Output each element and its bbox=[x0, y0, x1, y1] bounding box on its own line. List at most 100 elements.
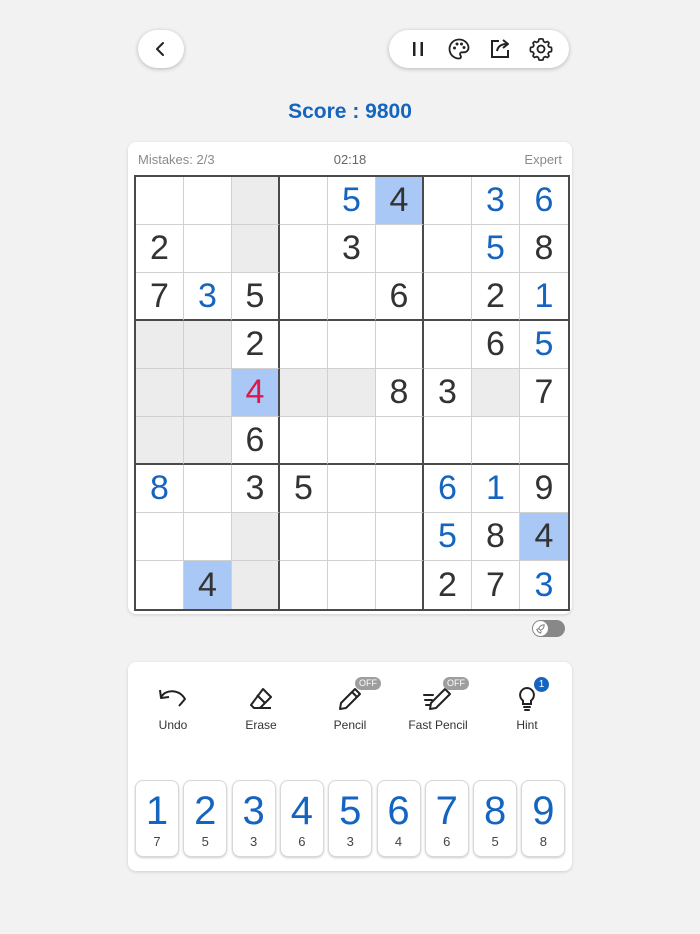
cell-r1c5[interactable]: 5 bbox=[328, 177, 376, 225]
cell-r1c6[interactable]: 4 bbox=[376, 177, 424, 225]
cell-r9c4[interactable] bbox=[280, 561, 328, 609]
cell-r3c4[interactable] bbox=[280, 273, 328, 321]
cell-r7c3[interactable]: 3 bbox=[232, 465, 280, 513]
cell-r6c6[interactable] bbox=[376, 417, 424, 465]
cell-r7c2[interactable] bbox=[184, 465, 232, 513]
cell-r9c1[interactable] bbox=[136, 561, 184, 609]
cell-r3c7[interactable] bbox=[424, 273, 472, 321]
cell-r4c7[interactable] bbox=[424, 321, 472, 369]
cell-r5c5[interactable] bbox=[328, 369, 376, 417]
pencil-button[interactable]: OFF Pencil bbox=[310, 677, 390, 742]
number-key-7[interactable]: 76 bbox=[424, 780, 469, 857]
cell-r2c2[interactable] bbox=[184, 225, 232, 273]
erase-button[interactable]: Erase bbox=[221, 682, 301, 742]
cell-r3c6[interactable]: 6 bbox=[376, 273, 424, 321]
cell-r3c8[interactable]: 2 bbox=[472, 273, 520, 321]
number-key-5[interactable]: 53 bbox=[328, 780, 373, 857]
number-key-3[interactable]: 33 bbox=[231, 780, 276, 857]
cell-r8c2[interactable] bbox=[184, 513, 232, 561]
cell-r2c7[interactable] bbox=[424, 225, 472, 273]
cell-r4c2[interactable] bbox=[184, 321, 232, 369]
cell-r8c6[interactable] bbox=[376, 513, 424, 561]
cell-r1c8[interactable]: 3 bbox=[472, 177, 520, 225]
cell-r6c4[interactable] bbox=[280, 417, 328, 465]
hint-button[interactable]: 1 Hint bbox=[487, 677, 567, 742]
cell-r9c3[interactable] bbox=[232, 561, 280, 609]
cell-r2c4[interactable] bbox=[280, 225, 328, 273]
cell-r3c3[interactable]: 5 bbox=[232, 273, 280, 321]
cell-r5c1[interactable] bbox=[136, 369, 184, 417]
share-button[interactable] bbox=[486, 35, 514, 63]
cell-r7c5[interactable] bbox=[328, 465, 376, 513]
cell-r6c3[interactable]: 6 bbox=[232, 417, 280, 465]
cell-r7c1[interactable]: 8 bbox=[136, 465, 184, 513]
cell-r8c1[interactable] bbox=[136, 513, 184, 561]
cell-r3c1[interactable]: 7 bbox=[136, 273, 184, 321]
cell-r1c4[interactable] bbox=[280, 177, 328, 225]
number-key-8[interactable]: 85 bbox=[473, 780, 518, 857]
cell-r5c6[interactable]: 8 bbox=[376, 369, 424, 417]
cell-r4c3[interactable]: 2 bbox=[232, 321, 280, 369]
cell-r7c7[interactable]: 6 bbox=[424, 465, 472, 513]
cell-r8c7[interactable]: 5 bbox=[424, 513, 472, 561]
settings-button[interactable] bbox=[527, 35, 555, 63]
cell-r2c9[interactable]: 8 bbox=[520, 225, 568, 273]
cell-r1c3[interactable] bbox=[232, 177, 280, 225]
cell-r9c9[interactable]: 3 bbox=[520, 561, 568, 609]
fast-pencil-button[interactable]: OFF Fast Pencil bbox=[398, 677, 478, 742]
cell-r3c5[interactable] bbox=[328, 273, 376, 321]
cell-r9c8[interactable]: 7 bbox=[472, 561, 520, 609]
cell-r8c5[interactable] bbox=[328, 513, 376, 561]
cell-r2c1[interactable]: 2 bbox=[136, 225, 184, 273]
cell-r2c3[interactable] bbox=[232, 225, 280, 273]
cell-r6c1[interactable] bbox=[136, 417, 184, 465]
cell-r3c2[interactable]: 3 bbox=[184, 273, 232, 321]
cell-r5c4[interactable] bbox=[280, 369, 328, 417]
number-key-1[interactable]: 17 bbox=[135, 780, 179, 857]
cell-r7c6[interactable] bbox=[376, 465, 424, 513]
number-key-6[interactable]: 64 bbox=[376, 780, 421, 857]
cell-r6c2[interactable] bbox=[184, 417, 232, 465]
cell-r4c8[interactable]: 6 bbox=[472, 321, 520, 369]
cell-r7c8[interactable]: 1 bbox=[472, 465, 520, 513]
cell-r9c2[interactable]: 4 bbox=[184, 561, 232, 609]
number-key-9[interactable]: 98 bbox=[521, 780, 566, 857]
cell-r6c9[interactable] bbox=[520, 417, 568, 465]
cell-r9c6[interactable] bbox=[376, 561, 424, 609]
cell-r1c2[interactable] bbox=[184, 177, 232, 225]
cell-r4c9[interactable]: 5 bbox=[520, 321, 568, 369]
cell-r4c5[interactable] bbox=[328, 321, 376, 369]
cell-r2c8[interactable]: 5 bbox=[472, 225, 520, 273]
cell-r2c6[interactable] bbox=[376, 225, 424, 273]
cell-r5c8[interactable] bbox=[472, 369, 520, 417]
cell-r5c2[interactable] bbox=[184, 369, 232, 417]
undo-button[interactable]: Undo bbox=[133, 682, 213, 742]
cell-r4c1[interactable] bbox=[136, 321, 184, 369]
cell-r7c9[interactable]: 9 bbox=[520, 465, 568, 513]
number-key-4[interactable]: 46 bbox=[279, 780, 324, 857]
cell-r9c7[interactable]: 2 bbox=[424, 561, 472, 609]
cell-r4c4[interactable] bbox=[280, 321, 328, 369]
cell-r1c9[interactable]: 6 bbox=[520, 177, 568, 225]
cell-r3c9[interactable]: 1 bbox=[520, 273, 568, 321]
cell-r6c7[interactable] bbox=[424, 417, 472, 465]
cell-r6c8[interactable] bbox=[472, 417, 520, 465]
number-key-2[interactable]: 25 bbox=[183, 780, 228, 857]
cell-r8c3[interactable] bbox=[232, 513, 280, 561]
cell-r2c5[interactable]: 3 bbox=[328, 225, 376, 273]
cell-r8c8[interactable]: 8 bbox=[472, 513, 520, 561]
theme-button[interactable] bbox=[445, 35, 473, 63]
cell-r5c3[interactable]: 4 bbox=[232, 369, 280, 417]
cell-r7c4[interactable]: 5 bbox=[280, 465, 328, 513]
auto-toggle[interactable] bbox=[532, 620, 565, 637]
cell-r4c6[interactable] bbox=[376, 321, 424, 369]
cell-r1c1[interactable] bbox=[136, 177, 184, 225]
cell-r1c7[interactable] bbox=[424, 177, 472, 225]
cell-r5c9[interactable]: 7 bbox=[520, 369, 568, 417]
cell-r5c7[interactable]: 3 bbox=[424, 369, 472, 417]
cell-r9c5[interactable] bbox=[328, 561, 376, 609]
back-button[interactable] bbox=[138, 30, 184, 68]
cell-r8c4[interactable] bbox=[280, 513, 328, 561]
cell-r8c9[interactable]: 4 bbox=[520, 513, 568, 561]
cell-r6c5[interactable] bbox=[328, 417, 376, 465]
